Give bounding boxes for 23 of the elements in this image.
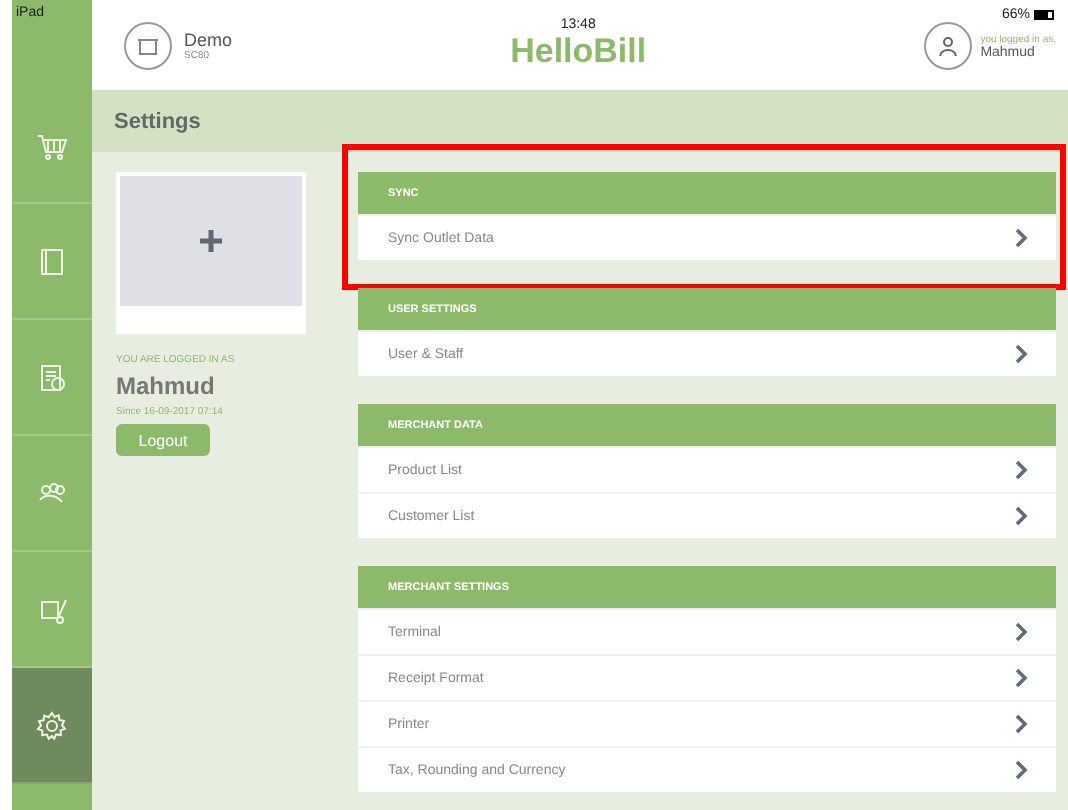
profile-photo-card[interactable] (116, 172, 306, 334)
chevron-icon (1014, 760, 1028, 780)
plus-icon (200, 230, 222, 252)
logout-button[interactable]: Logout (116, 424, 210, 456)
chevron-icon (1014, 506, 1028, 526)
store-icon (124, 21, 172, 69)
battery-icon (1034, 10, 1056, 20)
chevron-icon (1014, 460, 1028, 480)
report-clock-icon (36, 361, 68, 393)
app-logo: HelloBill (510, 32, 647, 72)
user-icon (924, 22, 973, 70)
store-name: Demo (184, 29, 233, 49)
chevron-icon (1014, 344, 1028, 364)
chevron-icon (1014, 228, 1028, 248)
chevron-icon (1014, 622, 1028, 642)
chevron-icon (1014, 668, 1028, 688)
settings-icon (36, 709, 68, 741)
cart-icon (36, 129, 68, 161)
page-title: Settings (114, 109, 201, 133)
profile-name: Mahmud (116, 372, 217, 400)
sidebar-item[interactable] (12, 668, 92, 784)
book-icon (36, 245, 68, 277)
chevron-icon (1014, 714, 1028, 734)
